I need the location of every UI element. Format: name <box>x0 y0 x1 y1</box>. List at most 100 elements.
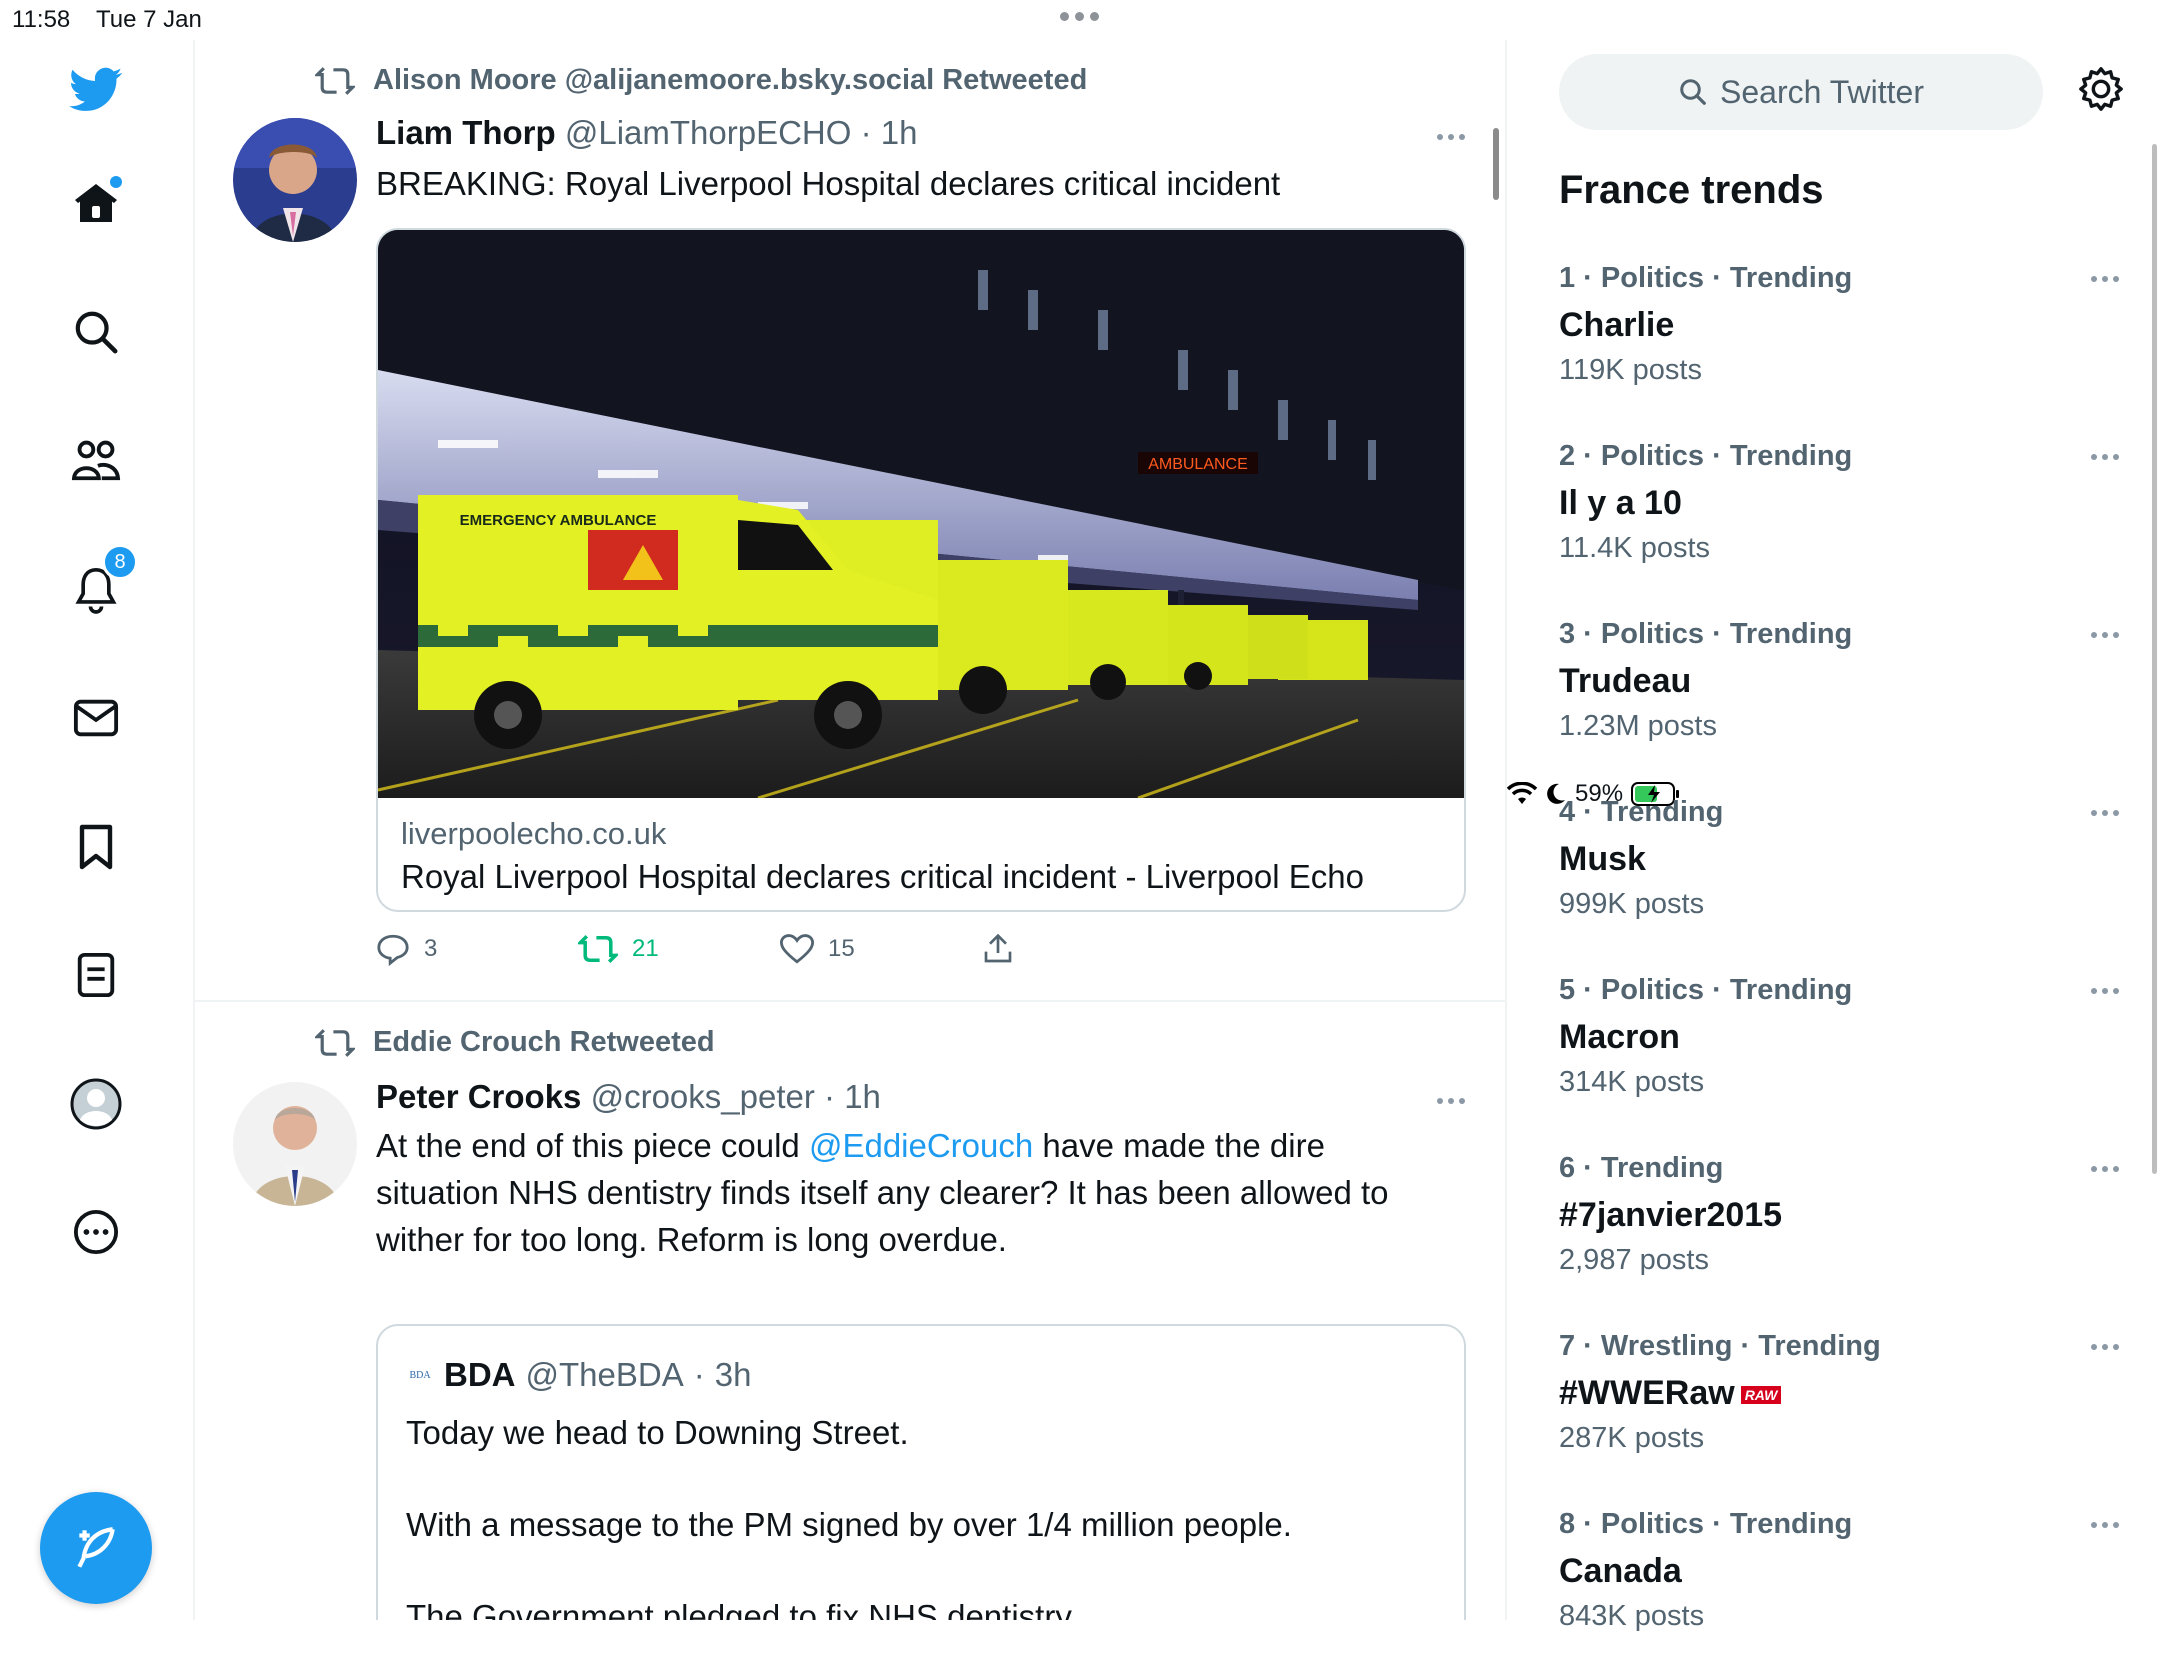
link-card[interactable]: AMBULANCE EMERGENCY AMBULANCE liverpoole… <box>376 228 1466 912</box>
more-options-icon[interactable] <box>68 1204 124 1260</box>
trend-meta: 1 · Politics · Trending <box>1559 262 1853 294</box>
ambulance-text: EMERGENCY AMBULANCE <box>460 512 657 529</box>
search-input[interactable]: Search Twitter <box>1559 54 2043 130</box>
trend-more-icon[interactable] <box>2091 276 2119 282</box>
trend-meta: 4 · Trending <box>1559 796 1724 828</box>
trend-count: 843K posts <box>1559 1600 1705 1632</box>
trend-item[interactable]: 2 · Politics · Trending Il y a 10 11.4K … <box>1559 440 2119 610</box>
share-icon <box>984 933 1012 963</box>
avatar[interactable] <box>233 118 357 242</box>
tweet-time[interactable]: 1h <box>844 1078 881 1115</box>
trend-more-icon[interactable] <box>2091 810 2119 816</box>
retweet-icon <box>315 66 355 95</box>
search-icon[interactable] <box>68 304 124 360</box>
heart-icon <box>780 934 814 964</box>
trend-more-icon[interactable] <box>2091 454 2119 460</box>
card-title: Royal Liverpool Hospital declares critic… <box>401 858 1364 895</box>
tweet-actions: 3 21 15 <box>376 932 1184 966</box>
reply-button[interactable]: 3 <box>376 932 578 966</box>
trends-scrollbar[interactable] <box>2152 144 2157 1174</box>
status-date: Tue 7 Jan <box>96 6 202 33</box>
trend-more-icon[interactable] <box>2091 632 2119 638</box>
quoted-tweet-time[interactable]: 3h <box>715 1356 752 1394</box>
communities-icon[interactable] <box>68 433 124 489</box>
trend-name: Charlie <box>1559 306 1675 344</box>
trend-item[interactable]: 5 · Politics · Trending Macron 314K post… <box>1559 974 2119 1144</box>
trend-meta: 7 · Wrestling · Trending <box>1559 1330 1881 1362</box>
trend-count: 999K posts <box>1559 888 1705 920</box>
trend-more-icon[interactable] <box>2091 988 2119 994</box>
retweet-count: 21 <box>632 935 659 962</box>
trend-item[interactable]: 8 · Politics · Trending Canada 843K post… <box>1559 1508 2119 1678</box>
bookmarks-icon[interactable] <box>68 819 124 875</box>
trend-more-icon[interactable] <box>2091 1522 2119 1528</box>
trend-meta: 8 · Politics · Trending <box>1559 1508 1853 1540</box>
tweet-time[interactable]: 1h <box>881 114 918 151</box>
sign-text: AMBULANCE <box>1148 456 1248 473</box>
profile-avatar-icon[interactable] <box>68 1076 124 1132</box>
author-handle[interactable]: @crooks_peter <box>591 1078 815 1115</box>
reply-count: 3 <box>424 935 438 962</box>
trend-meta: 6 · Trending <box>1559 1152 1724 1184</box>
trend-name: Musk <box>1559 840 1646 878</box>
tweet-more-icon[interactable] <box>1437 134 1465 140</box>
quoted-text-line: Today we head to Downing Street. <box>406 1414 909 1451</box>
author-handle[interactable]: @LiamThorpECHO <box>565 114 852 151</box>
trend-item[interactable]: 1 · Politics · Trending Charlie 119K pos… <box>1559 262 2119 432</box>
timeline[interactable]: Alison Moore @alijanemoore.bsky.social R… <box>195 40 1507 1620</box>
lists-icon[interactable] <box>68 947 124 1003</box>
mention-link[interactable]: @EddieCrouch <box>809 1127 1033 1164</box>
share-button[interactable] <box>982 932 1184 966</box>
trend-count: 11.4K posts <box>1559 532 1711 564</box>
notifications-bell-icon[interactable]: 8 <box>68 544 138 618</box>
multitasking-handle[interactable] <box>1060 12 1099 21</box>
home-unread-dot <box>110 176 122 188</box>
compose-feather-icon <box>77 1527 115 1568</box>
retweet-button[interactable]: 21 <box>578 932 780 966</box>
trend-more-icon[interactable] <box>2091 1344 2119 1350</box>
author-name[interactable]: Peter Crooks <box>376 1078 581 1115</box>
trend-name: Trudeau <box>1559 662 1692 700</box>
retweet-icon <box>578 934 618 964</box>
trend-name: #WWERaw RAW <box>1559 1374 1782 1413</box>
right-column: Search Twitter France trends 1 · Politic… <box>1507 40 2160 1632</box>
like-button[interactable]: 15 <box>780 932 982 966</box>
trend-count: 119K posts <box>1559 354 1702 386</box>
compose-tweet-button[interactable] <box>40 1492 152 1604</box>
tweet-1[interactable]: Alison Moore @alijanemoore.bsky.social R… <box>195 40 1505 1000</box>
settings-gear-icon[interactable] <box>2078 66 2124 117</box>
quoted-author-handle[interactable]: @TheBDA <box>526 1356 684 1394</box>
twitter-logo-icon[interactable] <box>68 62 124 118</box>
raw-hashflag-icon: RAW <box>1740 1386 1782 1405</box>
quoted-tweet[interactable]: BDA BDA @TheBDA · 3h Today we head to Do… <box>376 1324 1466 1620</box>
quoted-text-line: With a message to the PM signed by over … <box>406 1506 1292 1543</box>
trend-item[interactable]: 7 · Wrestling · Trending #WWERaw RAW 287K… <box>1559 1330 2119 1500</box>
quoted-tweet-header: BDA BDA @TheBDA · 3h <box>406 1356 751 1394</box>
bda-logo: BDA <box>409 1369 431 1381</box>
trend-item[interactable]: 6 · Trending #7janvier2015 2,987 posts <box>1559 1152 2119 1322</box>
quoted-text-line: The Government pledged to fix NHS dentis… <box>406 1598 1079 1620</box>
quoted-author-name[interactable]: BDA <box>444 1356 516 1394</box>
author-name[interactable]: Liam Thorp <box>376 114 556 151</box>
search-placeholder: Search Twitter <box>1720 73 1924 110</box>
retweeted-by-label: Alison Moore @alijanemoore.bsky.social R… <box>373 64 1088 96</box>
home-icon[interactable] <box>68 176 124 232</box>
status-time: 11:58 <box>12 6 71 33</box>
search-icon <box>1680 79 1706 105</box>
retweet-icon <box>315 1028 355 1057</box>
tweet-header: Peter Crooks @crooks_peter · 1h <box>376 1078 881 1115</box>
timeline-scrollbar[interactable] <box>1493 128 1499 200</box>
trend-more-icon[interactable] <box>2091 1166 2119 1172</box>
tweet-more-icon[interactable] <box>1437 1098 1465 1104</box>
trend-name: Macron <box>1559 1018 1680 1056</box>
trend-name: #7janvier2015 <box>1559 1196 1783 1234</box>
trend-item[interactable]: 4 · Trending Musk 999K posts <box>1559 796 2119 966</box>
card-domain: liverpoolecho.co.uk <box>401 816 667 851</box>
trends-title: France trends <box>1559 168 1824 212</box>
messages-envelope-icon[interactable] <box>68 690 124 746</box>
sidebar-nav: 8 <box>0 40 195 1620</box>
tweet-text: BREAKING: Royal Liverpool Hospital decla… <box>376 165 1281 202</box>
avatar[interactable] <box>233 1082 357 1206</box>
trend-meta: 3 · Politics · Trending <box>1559 618 1853 650</box>
trend-item[interactable]: 3 · Politics · Trending Trudeau 1.23M po… <box>1559 618 2119 788</box>
